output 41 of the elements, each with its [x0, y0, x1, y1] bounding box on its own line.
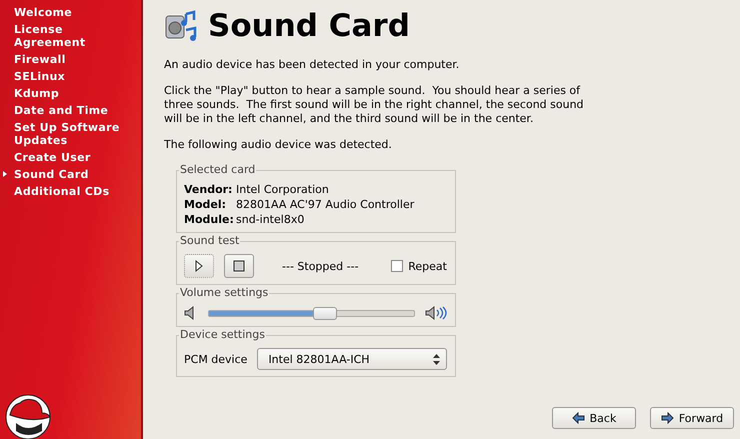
field-label: Vendor:: [184, 183, 234, 196]
group-title: Selected card: [179, 163, 256, 176]
sidebar-item: Welcome: [13, 5, 74, 21]
sidebar-item: SELinux: [13, 69, 66, 85]
paragraph: Click the "Play" button to hear a sample sound. You should hear a series of three sounds. The first sound will be in the right channel, the second sound will be in the left channel, and the third sound will be in the center.: [164, 84, 585, 126]
paragraph: An audio device has been detected in your computer.: [164, 58, 460, 72]
sidebar-item: Additional CDs: [13, 184, 110, 200]
pcm-dropdown[interactable]: Intel 82801AA-ICH: [257, 348, 447, 370]
stop-icon: [233, 260, 245, 272]
group-title: Sound test: [179, 234, 240, 247]
sidebar-item: Firewall: [13, 52, 67, 68]
slider-thumb[interactable]: [312, 306, 337, 320]
field-value: Intel Corporation: [236, 183, 330, 196]
sidebar-item: Create User: [13, 150, 92, 166]
left-arrow-icon: [572, 412, 585, 424]
speaker-icon: [164, 10, 198, 42]
right-arrow-icon: [660, 412, 674, 424]
field-label: Model:: [184, 198, 228, 211]
group-title: Device settings: [179, 328, 266, 341]
forward-button[interactable]: Forward: [650, 407, 734, 429]
volume-high-icon: [425, 306, 447, 320]
field-value: snd-intel8x0: [236, 213, 306, 226]
paragraph: The following audio device was detected.: [164, 138, 393, 152]
page-title: Sound Card: [208, 8, 410, 44]
sidebar-item: Set Up Software Updates: [13, 120, 121, 149]
sidebar-item: License Agreement: [13, 22, 86, 51]
spinner-arrows-icon: [433, 354, 440, 364]
sidebar-item: Date and Time: [13, 103, 110, 119]
status-text: --- Stopped ---: [282, 260, 359, 272]
field-value: 82801AA AC'97 Audio Controller: [236, 198, 416, 211]
stop-button[interactable]: [224, 254, 254, 278]
back-button[interactable]: Back: [552, 407, 636, 429]
field-label: Module:: [184, 213, 235, 226]
sidebar-item: Sound Card: [0, 166, 141, 183]
repeat-checkbox[interactable]: [391, 260, 404, 272]
play-icon: [195, 260, 203, 272]
repeat-label: Repeat: [408, 260, 447, 272]
sidebar-item: Kdump: [13, 86, 60, 102]
play-button[interactable]: [184, 254, 214, 278]
field-label: PCM device: [184, 352, 248, 366]
group-title: Volume settings: [179, 286, 270, 299]
